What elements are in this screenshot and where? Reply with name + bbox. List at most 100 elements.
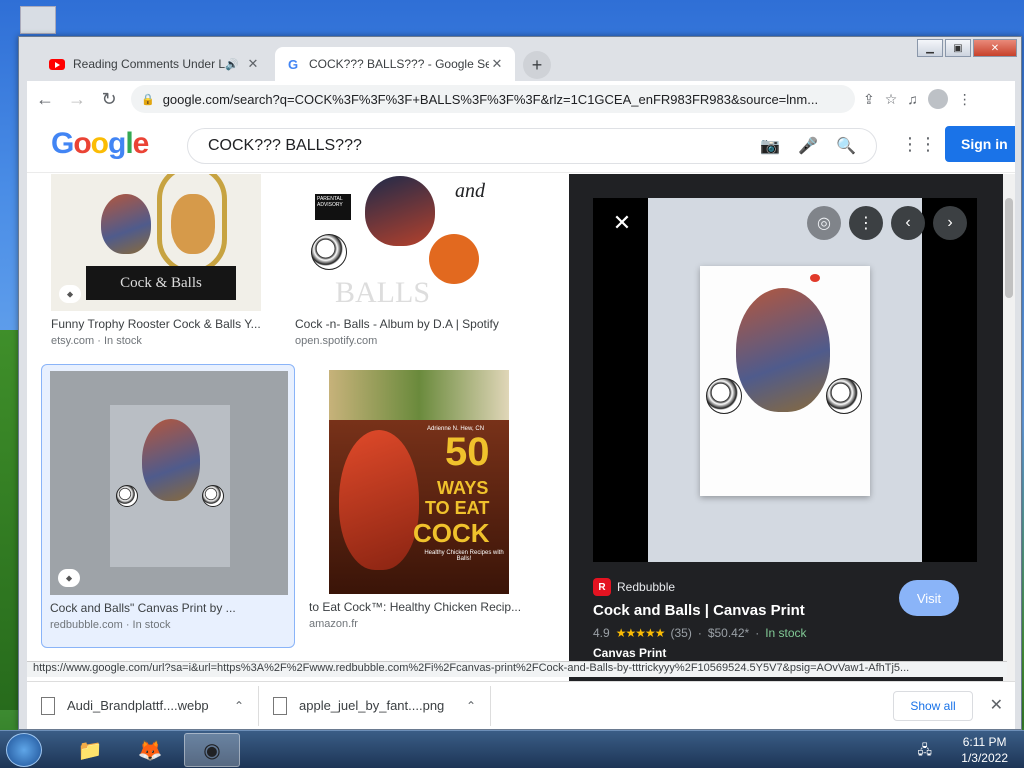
rating-stars: ★★★★★	[615, 626, 666, 640]
share-icon[interactable]: ⇪	[863, 91, 875, 108]
rooster-figure	[736, 288, 830, 412]
download-item[interactable]: Audi_Brandplattf....webp ⌃	[27, 685, 259, 726]
preview-subtitle: Canvas Print	[593, 646, 667, 660]
google-header: Google COCK??? BALLS??? 📷 🎤 🔍 ⋮⋮⋮ Sign i…	[27, 117, 1015, 173]
tag-icon: ⬥	[58, 569, 80, 587]
result-card-trophy[interactable]: Cock & Balls ⬥ Funny Trophy Rooster Cock…	[51, 174, 261, 347]
image-results: Cock & Balls ⬥ Funny Trophy Rooster Cock…	[27, 174, 567, 697]
browser-window: Reading Comments Under L 🔊 ✕ G COCK??? B…	[18, 36, 1022, 730]
result-thumbnail[interactable]: Adrienne N. Hew, CN 50 WAYS TO EAT COCK …	[309, 370, 533, 594]
result-card-amazon[interactable]: Adrienne N. Hew, CN 50 WAYS TO EAT COCK …	[309, 370, 533, 630]
result-source: etsy.com · In stock	[51, 335, 142, 347]
close-icon[interactable]: ✕	[990, 695, 1003, 715]
status-url-bar: https://www.google.com/url?sa=i&url=http…	[27, 661, 1007, 677]
reload-button[interactable]: ↻	[95, 85, 123, 113]
google-icon: G	[287, 56, 299, 72]
lens-icon[interactable]: ◎	[807, 206, 841, 240]
network-icon[interactable]: 🖧	[918, 741, 933, 763]
maximize-button[interactable]: ▣	[945, 39, 971, 57]
clock[interactable]: 6:11 PM 1/3/2022	[961, 734, 1008, 766]
price: $50.42*	[707, 626, 750, 640]
mic-icon[interactable]: 🎤	[798, 136, 818, 156]
desktop-wallpaper-edge	[0, 330, 20, 710]
address-text: google.com/search?q=COCK%3F%3F%3F+BALLS%…	[162, 91, 819, 107]
result-caption[interactable]: Cock and Balls" Canvas Print by ...	[50, 601, 286, 615]
result-source: open.spotify.com	[295, 335, 378, 347]
desktop-icon-recycle-bin[interactable]	[20, 6, 56, 34]
menu-icon[interactable]: ⋮	[958, 91, 972, 108]
page-scrollbar[interactable]	[1003, 174, 1015, 697]
result-card-redbubble[interactable]: ⬥ Cock and Balls" Canvas Print by ... re…	[41, 364, 295, 648]
rooster-figure	[339, 430, 419, 570]
preview-meta: 4.9 ★★★★★ (35) · $50.42* · In stock	[593, 626, 807, 640]
file-icon	[41, 696, 55, 715]
preview-image[interactable]	[593, 198, 977, 562]
youtube-icon	[49, 56, 65, 72]
parental-advisory-label: PARENTAL ADVISORY	[315, 194, 351, 220]
new-tab-button[interactable]: +	[523, 51, 551, 79]
lock-icon[interactable]: 🔒	[141, 93, 155, 106]
minimize-button[interactable]: ▁	[917, 39, 943, 57]
trophy-plaque: Cock & Balls	[86, 266, 236, 300]
close-preview-icon[interactable]: ✕	[605, 206, 639, 240]
explorer-icon[interactable]: 📁	[62, 733, 118, 767]
result-card-spotify[interactable]: PARENTAL ADVISORY and BALLS Cock -n- Bal…	[295, 174, 535, 347]
downloads-bar: Audi_Brandplattf....webp ⌃ apple_juel_by…	[27, 681, 1015, 729]
search-icon[interactable]: 🔍	[836, 136, 856, 156]
show-all-button[interactable]: Show all	[893, 691, 973, 721]
rooster-figure	[101, 194, 151, 254]
chevron-right-icon[interactable]: ›	[933, 206, 967, 240]
result-caption[interactable]: Cock -n- Balls - Album by D.A | Spotify	[295, 317, 535, 331]
stock-status: In stock	[765, 626, 807, 640]
visit-button[interactable]: Visit	[899, 580, 959, 616]
search-query: COCK??? BALLS???	[208, 137, 362, 154]
result-thumbnail[interactable]: PARENTAL ADVISORY and BALLS	[295, 174, 535, 311]
close-tab-icon[interactable]: ✕	[489, 56, 505, 72]
chevron-up-icon[interactable]: ⌃	[234, 699, 244, 713]
forward-button[interactable]: →	[63, 85, 91, 113]
chevron-up-icon[interactable]: ⌃	[466, 699, 476, 713]
result-thumbnail[interactable]: Cock & Balls ⬥	[51, 174, 261, 311]
tab-strip: Reading Comments Under L 🔊 ✕ G COCK??? B…	[19, 37, 1021, 81]
sign-in-button[interactable]: Sign in	[945, 126, 1015, 162]
page-content: Google COCK??? BALLS??? 📷 🎤 🔍 ⋮⋮⋮ Sign i…	[27, 117, 1015, 697]
tab-title: Reading Comments Under L	[73, 57, 226, 71]
back-button[interactable]: ←	[31, 85, 59, 113]
close-tab-icon[interactable]: ✕	[245, 56, 261, 72]
tag-icon: ⬥	[59, 285, 81, 303]
search-input[interactable]: COCK??? BALLS??? 📷 🎤 🔍	[187, 128, 877, 164]
media-control-icon[interactable]: ♫	[907, 91, 918, 107]
profile-avatar[interactable]	[927, 89, 948, 109]
browser-toolbar: ← → ↻ 🔒 google.com/search?q=COCK%3F%3F%3…	[27, 81, 1015, 117]
camera-icon[interactable]: 📷	[760, 136, 780, 156]
result-thumbnail[interactable]: ⬥	[50, 371, 288, 595]
redbubble-icon: R	[593, 578, 611, 596]
address-bar[interactable]: 🔒 google.com/search?q=COCK%3F%3F%3F+BALL…	[131, 85, 855, 113]
preview-source[interactable]: R Redbubble	[593, 578, 675, 596]
chevron-left-icon[interactable]: ‹	[891, 206, 925, 240]
canvas-print	[700, 266, 870, 496]
rooster-figure	[142, 419, 200, 501]
file-icon	[273, 696, 287, 715]
start-button[interactable]	[6, 733, 42, 767]
speaker-icon[interactable]: 🔊	[225, 58, 239, 71]
taskbar: 📁 🦊 ◉ 🖧 6:11 PM 1/3/2022	[0, 730, 1024, 768]
tab-google-search[interactable]: G COCK??? BALLS??? - Google Sea ✕	[275, 47, 515, 81]
result-source: redbubble.com · In stock	[50, 619, 171, 631]
rooster-figure	[365, 176, 435, 246]
window-controls: ▁ ▣ ✕	[917, 39, 1017, 57]
result-caption[interactable]: Funny Trophy Rooster Cock & Balls Y...	[51, 317, 261, 331]
tab-title: COCK??? BALLS??? - Google Sea	[309, 57, 489, 71]
chrome-icon[interactable]: ◉	[184, 733, 240, 767]
bookmark-star-icon[interactable]: ☆	[885, 91, 898, 108]
more-options-icon[interactable]: ⋮	[849, 206, 883, 240]
tab-youtube[interactable]: Reading Comments Under L 🔊 ✕	[39, 47, 271, 81]
image-preview-panel: ✕ ◎ ⋮ ‹ › R Redbubble Cock and Balls | C…	[569, 174, 1003, 697]
close-window-button[interactable]: ✕	[973, 39, 1017, 57]
result-source: amazon.fr	[309, 618, 358, 630]
download-item[interactable]: apple_juel_by_fant....png ⌃	[259, 685, 491, 726]
preview-title[interactable]: Cock and Balls | Canvas Print	[593, 602, 805, 619]
firefox-icon[interactable]: 🦊	[122, 733, 178, 767]
result-caption[interactable]: to Eat Cock™: Healthy Chicken Recip...	[309, 600, 533, 614]
google-logo[interactable]: Google	[51, 127, 149, 161]
